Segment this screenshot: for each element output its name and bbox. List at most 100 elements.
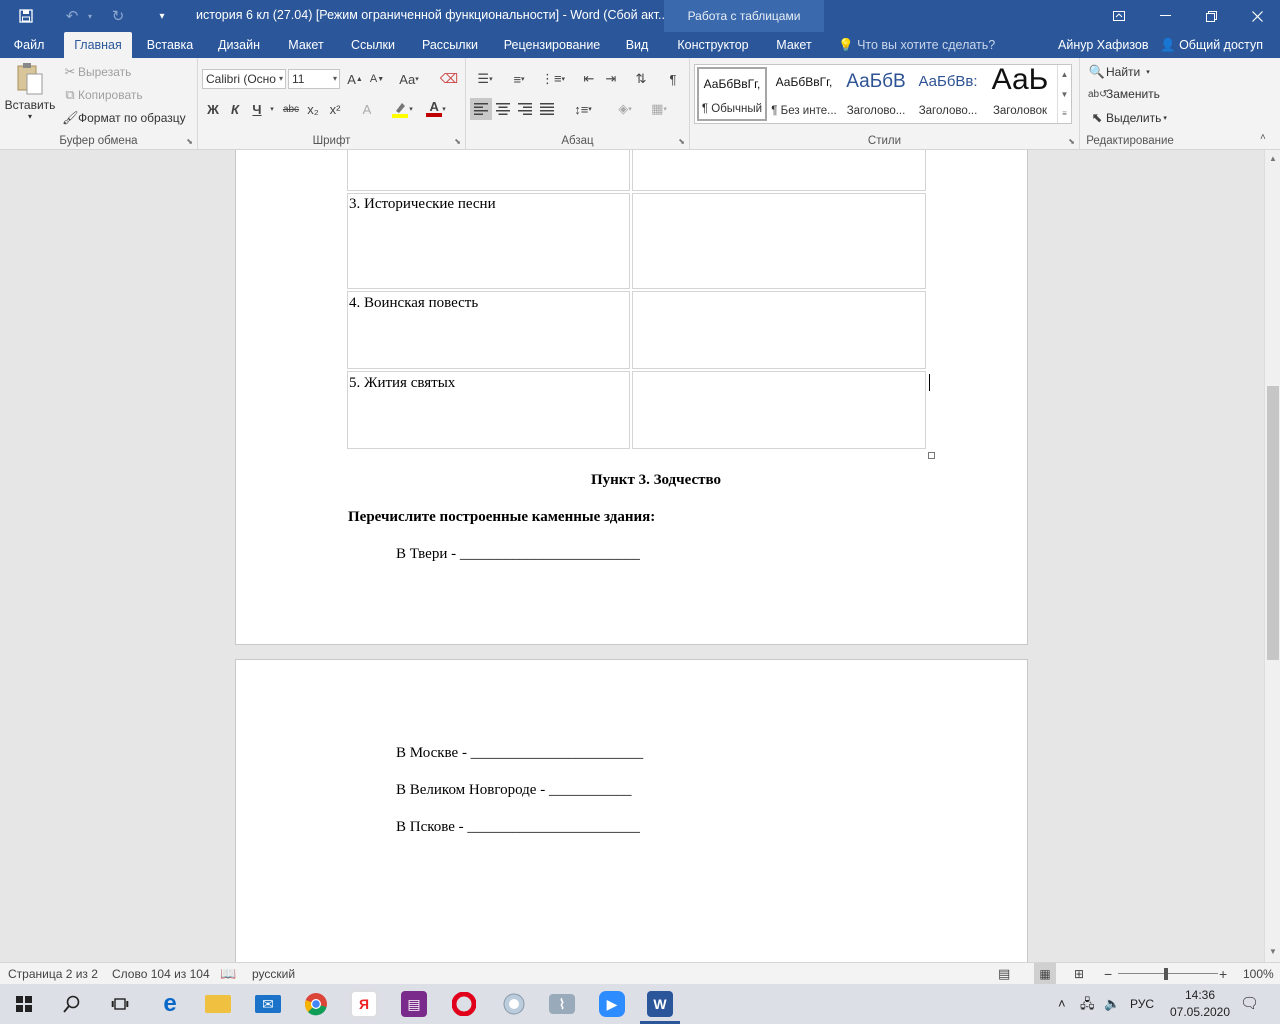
page-count[interactable]: Страница 2 из 2 — [8, 963, 98, 985]
winrar-icon[interactable]: ▤ — [390, 984, 438, 1024]
ribbon-display-options-icon[interactable] — [1096, 0, 1142, 32]
file-explorer-icon[interactable] — [194, 984, 242, 1024]
tab-insert[interactable]: Вставка — [140, 32, 200, 58]
opera-icon[interactable] — [440, 984, 488, 1024]
table-cell[interactable] — [632, 150, 926, 191]
find-button[interactable]: 🔍 Найти ▾ — [1088, 64, 1150, 80]
change-case-button[interactable]: Aa ▾ — [394, 68, 424, 90]
gallery-more-icon[interactable]: ≡ — [1057, 105, 1071, 123]
language-indicator[interactable]: русский — [252, 963, 295, 985]
style-heading-1[interactable]: АаБбВ Заголово... — [841, 67, 911, 121]
share-button[interactable]: 👤 Общий доступ — [1160, 32, 1263, 58]
tab-view[interactable]: Вид — [616, 32, 658, 58]
undo-dropdown-icon[interactable]: ▾ — [76, 0, 104, 32]
shrink-font-button[interactable]: A ▼ — [366, 68, 388, 90]
select-button[interactable]: ⬉ Выделить ▾ — [1088, 110, 1167, 126]
align-right-icon[interactable] — [514, 98, 536, 120]
tab-references[interactable]: Ссылки — [344, 32, 402, 58]
tab-table-constructor[interactable]: Конструктор — [668, 32, 758, 58]
justify-icon[interactable] — [536, 98, 558, 120]
decrease-indent-icon[interactable]: ⇤ — [578, 68, 600, 90]
save-icon[interactable] — [12, 0, 40, 32]
increase-indent-icon[interactable]: ⇥ — [600, 68, 622, 90]
zoom-slider-thumb[interactable] — [1164, 968, 1168, 980]
style-normal[interactable]: АаБбВвГг, ¶ Обычный — [697, 67, 767, 121]
line-spacing-icon[interactable]: ↕≡ ▾ — [568, 98, 598, 120]
show-hidden-icons-icon[interactable]: ˄ — [1058, 984, 1066, 1024]
replace-button[interactable]: ab↺ Заменить — [1088, 87, 1160, 101]
borders-icon[interactable]: ▦ ▾ — [644, 98, 674, 120]
mail-icon[interactable]: ✉ — [244, 984, 292, 1024]
paragraph-launcher-icon[interactable]: ⬊ — [678, 137, 685, 146]
print-layout-icon[interactable]: ▦ — [1034, 963, 1056, 985]
gallery-up-icon[interactable]: ▲ — [1057, 65, 1071, 85]
edge-icon[interactable]: e — [146, 984, 194, 1024]
align-center-icon[interactable] — [492, 98, 514, 120]
image-viewer-icon[interactable]: ⌇ — [538, 984, 586, 1024]
input-language[interactable]: РУС — [1130, 984, 1154, 1024]
vertical-scrollbar[interactable]: ▲ ▼ — [1264, 150, 1280, 962]
redo-icon[interactable]: ↻ — [104, 0, 132, 32]
clear-formatting-icon[interactable]: ⌫ — [438, 68, 460, 90]
restore-icon[interactable] — [1188, 0, 1234, 32]
numbering-icon[interactable]: ≡ ▾ — [504, 68, 534, 90]
font-size-combo[interactable]: 11 ▾ — [288, 69, 340, 89]
zoom-out-icon[interactable]: − — [1104, 963, 1112, 985]
notifications-icon[interactable]: 🗨 — [1240, 984, 1259, 1024]
minimize-icon[interactable] — [1142, 0, 1188, 32]
highlight-color-button[interactable]: ▾ — [388, 98, 416, 120]
clock[interactable]: 14:36 07.05.2020 — [1168, 987, 1232, 1021]
underline-button[interactable]: Ч — [246, 98, 268, 120]
zoom-app-icon[interactable]: ▶ — [588, 984, 636, 1024]
start-button[interactable] — [0, 984, 48, 1024]
font-color-button[interactable]: A ▾ — [422, 98, 450, 120]
font-name-combo[interactable]: Calibri (Осно ▾ — [202, 69, 286, 89]
network-icon[interactable]: 🖧 — [1080, 984, 1095, 1024]
table-cell[interactable] — [632, 193, 926, 289]
text-effects-button[interactable]: A — [356, 98, 378, 120]
zoom-level[interactable]: 100% — [1243, 963, 1274, 985]
yandex-browser-icon[interactable]: Я — [340, 984, 388, 1024]
proofing-icon[interactable]: 📖 — [220, 963, 236, 985]
paste-button[interactable]: Вставить ▾ — [5, 62, 55, 126]
user-account[interactable]: Айнур Хафизов — [1058, 32, 1149, 58]
answer-line-tver[interactable]: В Твери - ________________________ — [396, 546, 640, 563]
clipboard-launcher-icon[interactable]: ⬊ — [186, 137, 193, 146]
table-cell[interactable] — [632, 371, 926, 449]
tab-mailings[interactable]: Рассылки — [414, 32, 486, 58]
customize-quick-access-icon[interactable]: ▾ — [148, 0, 176, 32]
web-layout-icon[interactable]: ⊞ — [1074, 963, 1084, 985]
tell-me-search[interactable]: 💡 Что вы хотите сделать? — [838, 32, 995, 58]
strikethrough-button[interactable]: abc — [280, 98, 302, 120]
table-cell[interactable] — [347, 150, 630, 191]
shading-icon[interactable]: ◈ ▾ — [610, 98, 640, 120]
read-mode-icon[interactable]: ▤ — [998, 963, 1010, 985]
gallery-down-icon[interactable]: ▼ — [1057, 85, 1071, 105]
subscript-button[interactable]: x₂ — [302, 98, 324, 120]
tab-home[interactable]: Главная — [64, 32, 132, 58]
cut-button[interactable]: ✂ Вырезать — [62, 64, 132, 80]
collapse-ribbon-icon[interactable]: ˄ — [1260, 132, 1266, 143]
italic-button[interactable]: К — [224, 98, 246, 120]
chrome-icon[interactable] — [292, 984, 340, 1024]
bullets-icon[interactable]: ☰ ▾ — [470, 68, 500, 90]
task-view-icon[interactable] — [96, 984, 144, 1024]
scrollbar-thumb[interactable] — [1267, 386, 1279, 660]
close-icon[interactable] — [1234, 0, 1280, 32]
zoom-in-icon[interactable]: + — [1219, 963, 1227, 985]
style-title[interactable]: АаЬ Заголовок — [985, 67, 1055, 121]
answer-line-moscow[interactable]: В Москве - _______________________ — [396, 745, 643, 762]
word-taskbar-icon[interactable]: W — [636, 984, 684, 1024]
volume-icon[interactable]: 🔈 — [1104, 984, 1120, 1024]
superscript-button[interactable]: x² — [324, 98, 346, 120]
sort-icon[interactable]: ⇅ — [630, 68, 652, 90]
scroll-up-icon[interactable]: ▲ — [1267, 153, 1279, 165]
font-launcher-icon[interactable]: ⬊ — [454, 137, 461, 146]
grow-font-button[interactable]: A ▲ — [344, 68, 366, 90]
table-cell[interactable] — [632, 291, 926, 369]
answer-line-novgorod[interactable]: В Великом Новгороде - ___________ — [396, 782, 631, 799]
copy-button[interactable]: ⧉ Копировать — [62, 87, 142, 103]
search-icon[interactable] — [48, 984, 96, 1024]
multilevel-list-icon[interactable]: ⋮≡ ▾ — [538, 68, 568, 90]
scroll-down-icon[interactable]: ▼ — [1267, 946, 1279, 958]
